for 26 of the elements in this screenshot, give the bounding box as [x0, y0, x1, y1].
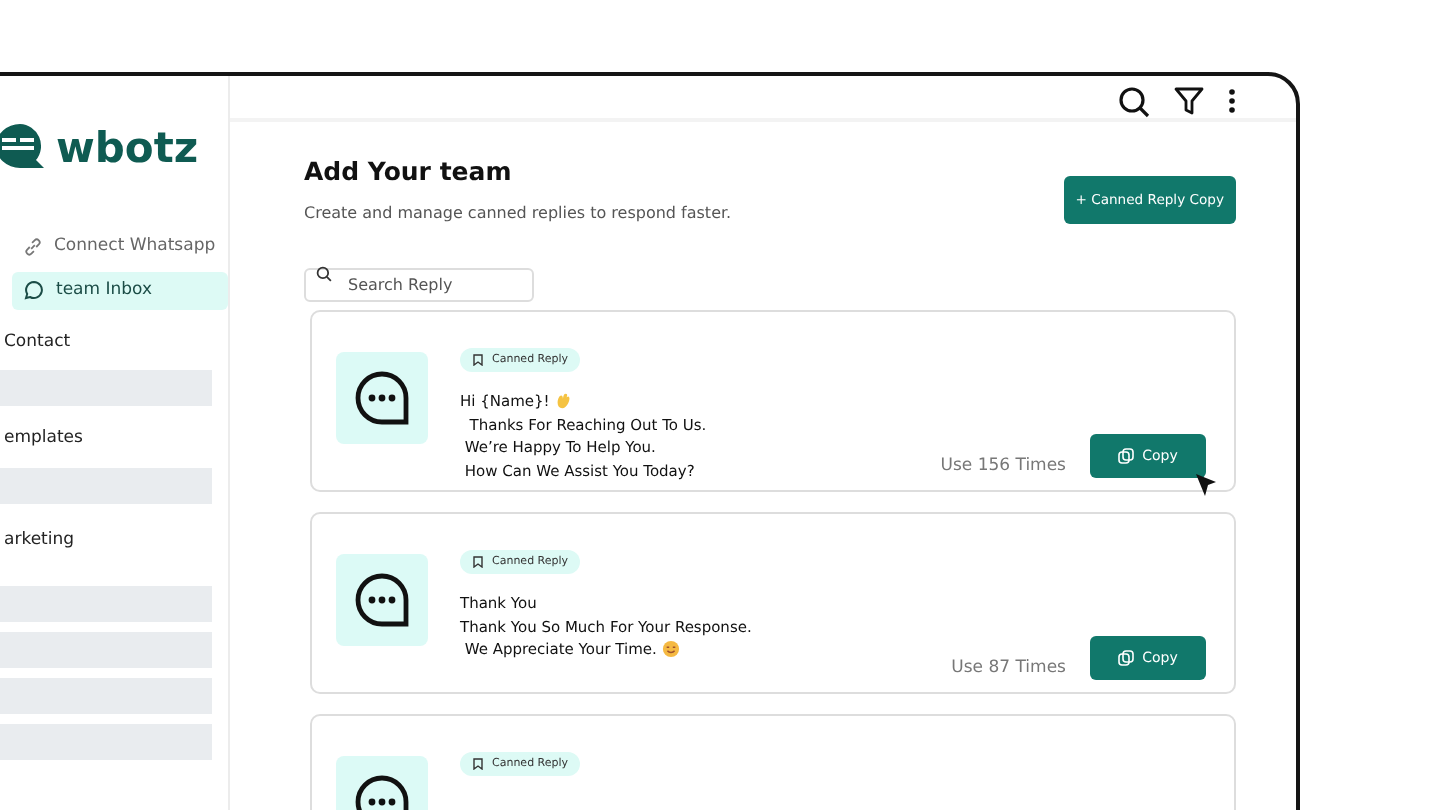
link-icon [24, 237, 42, 256]
waving-hand-icon [554, 392, 573, 411]
filter-icon[interactable] [1174, 86, 1204, 116]
message-icon [354, 572, 410, 628]
copy-icon [1118, 448, 1135, 464]
usage-count: Use 87 Times [951, 656, 1066, 682]
cursor-icon [1194, 472, 1218, 498]
copy-icon [1118, 650, 1135, 666]
sidebar-item[interactable]: Connect Whatsapp [12, 228, 228, 266]
bookmark-icon [472, 758, 484, 770]
logo-text: wbotz [56, 127, 199, 169]
section-title: emplates [4, 426, 85, 452]
page-subtitle: Create and manage canned replies to respond faster. [304, 202, 732, 226]
section-title: Contact [4, 329, 73, 355]
sidebar-item[interactable]: team Inbox [12, 271, 228, 309]
page-title: Add Your team [304, 156, 514, 186]
message-icon [354, 370, 410, 426]
smiley-icon [661, 640, 680, 659]
section-title: arketing [4, 528, 77, 554]
search-icon[interactable] [1118, 85, 1150, 117]
usage-count: Use 156 Times [940, 454, 1066, 480]
search-field[interactable]: Search Reply [304, 268, 534, 302]
more-icon[interactable] [1228, 88, 1236, 114]
bookmark-icon [472, 354, 484, 366]
bookmark-icon [472, 556, 484, 568]
chat-icon [24, 280, 44, 301]
